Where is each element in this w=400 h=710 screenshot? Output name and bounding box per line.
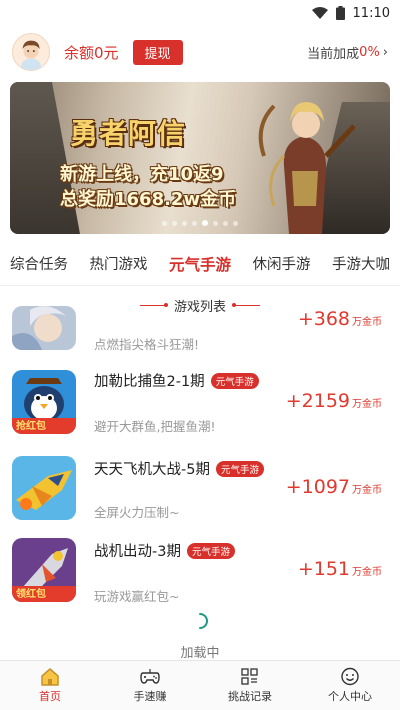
nav-challenge-records[interactable]: 挑战记录 (200, 661, 300, 710)
loading-indicator: 加载中 (0, 612, 400, 661)
carousel-dot[interactable] (182, 220, 187, 226)
reward-unit: 万金币 (352, 317, 382, 328)
loading-spinner-icon (199, 613, 208, 629)
carousel-dot[interactable] (233, 220, 238, 226)
game-name-row: 天天飞机大战-5期 元气手游 (94, 458, 264, 479)
nav-label: 手速赚 (133, 690, 167, 703)
fantasy-girl-icon (12, 306, 76, 350)
game-description: 点燃指尖格斗狂潮! (94, 337, 200, 352)
game-name: 战机出动-3期 (94, 544, 181, 560)
jet-plane-icon (12, 456, 76, 520)
carousel-dot[interactable] (213, 220, 218, 226)
game-tag: 元气手游 (210, 372, 259, 389)
nav-profile[interactable]: 个人中心 (300, 661, 400, 710)
tab-comprehensive-tasks[interactable]: 综合任务 (10, 253, 68, 274)
category-tabs: 综合任务 热门游戏 元气手游 休闲手游 手游大咖 (0, 242, 400, 286)
wifi-icon (311, 7, 328, 19)
grid-record-icon (241, 668, 258, 685)
game-description: 玩游戏赢红包~ (94, 589, 180, 604)
fighter-jet-icon: 领红包 (12, 538, 76, 602)
tab-hot-games[interactable]: 热门游戏 (89, 253, 147, 274)
battery-icon (335, 6, 345, 20)
reward-amount: +151 万金币 (298, 558, 382, 580)
game-name-row: 加勒比捕鱼2-1期 元气手游 (94, 370, 259, 391)
tab-game-experts[interactable]: 手游大咖 (332, 253, 390, 274)
game-item[interactable]: 领红包 战机出动-3期 元气手游 +151 万金币 玩游戏赢红包~ (0, 534, 400, 614)
chevron-right-icon: › (382, 44, 388, 60)
game-tag: 元气手游 (215, 460, 264, 477)
withdraw-button[interactable]: 提现 (132, 39, 183, 65)
promo-banner[interactable]: 勇者阿信 新游上线，充10返9 总奖励1668.2w金币 (10, 82, 390, 234)
nav-label: 挑战记录 (228, 690, 272, 703)
reward-number: +1097 (285, 476, 350, 498)
smiley-user-icon (341, 667, 359, 686)
bonus-label: 当前加成 (307, 46, 360, 62)
game-name-row: 战机出动-3期 元气手游 (94, 540, 235, 561)
home-icon (41, 668, 59, 686)
bottom-nav: 首页 手速赚 挑战记录 个人中心 (0, 660, 400, 710)
red-packet-badge: 领红包 (16, 589, 46, 600)
reward-unit: 万金币 (352, 399, 382, 410)
hero-warrior-icon (258, 102, 356, 234)
banner-logo-text: 勇者阿信 (70, 117, 187, 150)
banner-headline: 新游上线，充10返9 (60, 164, 224, 185)
header: 余额0元 提现 当前加成 0% › (0, 26, 400, 78)
carousel-dot[interactable] (192, 220, 197, 226)
game-description: 避开大群鱼,把握鱼潮! (94, 419, 216, 434)
reward-number: +2159 (285, 390, 350, 412)
reward-number: +151 (297, 558, 350, 580)
carousel-dot[interactable] (202, 220, 208, 226)
game-tag: 元气手游 (186, 542, 235, 559)
clock: 11:10 (352, 5, 390, 21)
reward-unit: 万金币 (352, 567, 382, 578)
banner-subheadline: 总奖励1668.2w金币 (60, 189, 237, 210)
balance-text: 余额0元 (64, 43, 119, 62)
game-description: 全屏火力压制~ (94, 505, 180, 520)
nav-speed-earn[interactable]: 手速赚 (100, 661, 200, 710)
game-name: 加勒比捕鱼2-1期 (94, 374, 205, 390)
nav-label: 个人中心 (328, 690, 372, 703)
game-item[interactable]: 抢红包 加勒比捕鱼2-1期 元气手游 +2159 万金币 避开大群鱼,把握鱼潮! (0, 364, 400, 444)
carousel-dots (10, 220, 390, 226)
tab-yuanqi-mobile-games[interactable]: 元气手游 (169, 253, 231, 275)
tab-casual-games[interactable]: 休闲手游 (252, 253, 310, 274)
nav-home[interactable]: 首页 (0, 661, 100, 710)
gamepad-icon (140, 669, 160, 684)
reward-amount: +2159 万金币 (286, 390, 382, 412)
reward-number: +368 (297, 308, 350, 330)
bonus-link[interactable]: 当前加成 0% › (307, 43, 388, 62)
game-name: 天天飞机大战-5期 (94, 462, 210, 478)
carousel-dot[interactable] (223, 220, 228, 226)
reward-unit: 万金币 (352, 485, 382, 496)
loading-text: 加载中 (180, 646, 220, 661)
red-packet-badge: 抢红包 (16, 421, 46, 432)
avatar[interactable] (12, 33, 50, 71)
game-item[interactable]: 天天飞机大战-5期 元气手游 +1097 万金币 全屏火力压制~ (0, 452, 400, 532)
carousel-dot[interactable] (162, 220, 167, 226)
carousel-dot[interactable] (172, 220, 177, 226)
user-avatar-icon (13, 34, 49, 70)
reward-amount: +368 万金币 (298, 308, 382, 330)
status-bar: 11:10 (0, 0, 400, 26)
bonus-value: 0% (359, 44, 380, 60)
nav-label: 首页 (39, 690, 61, 703)
penguin-fish-icon: 抢红包 (12, 370, 76, 434)
reward-amount: +1097 万金币 (286, 476, 382, 498)
banner-cliff-left (10, 82, 80, 234)
